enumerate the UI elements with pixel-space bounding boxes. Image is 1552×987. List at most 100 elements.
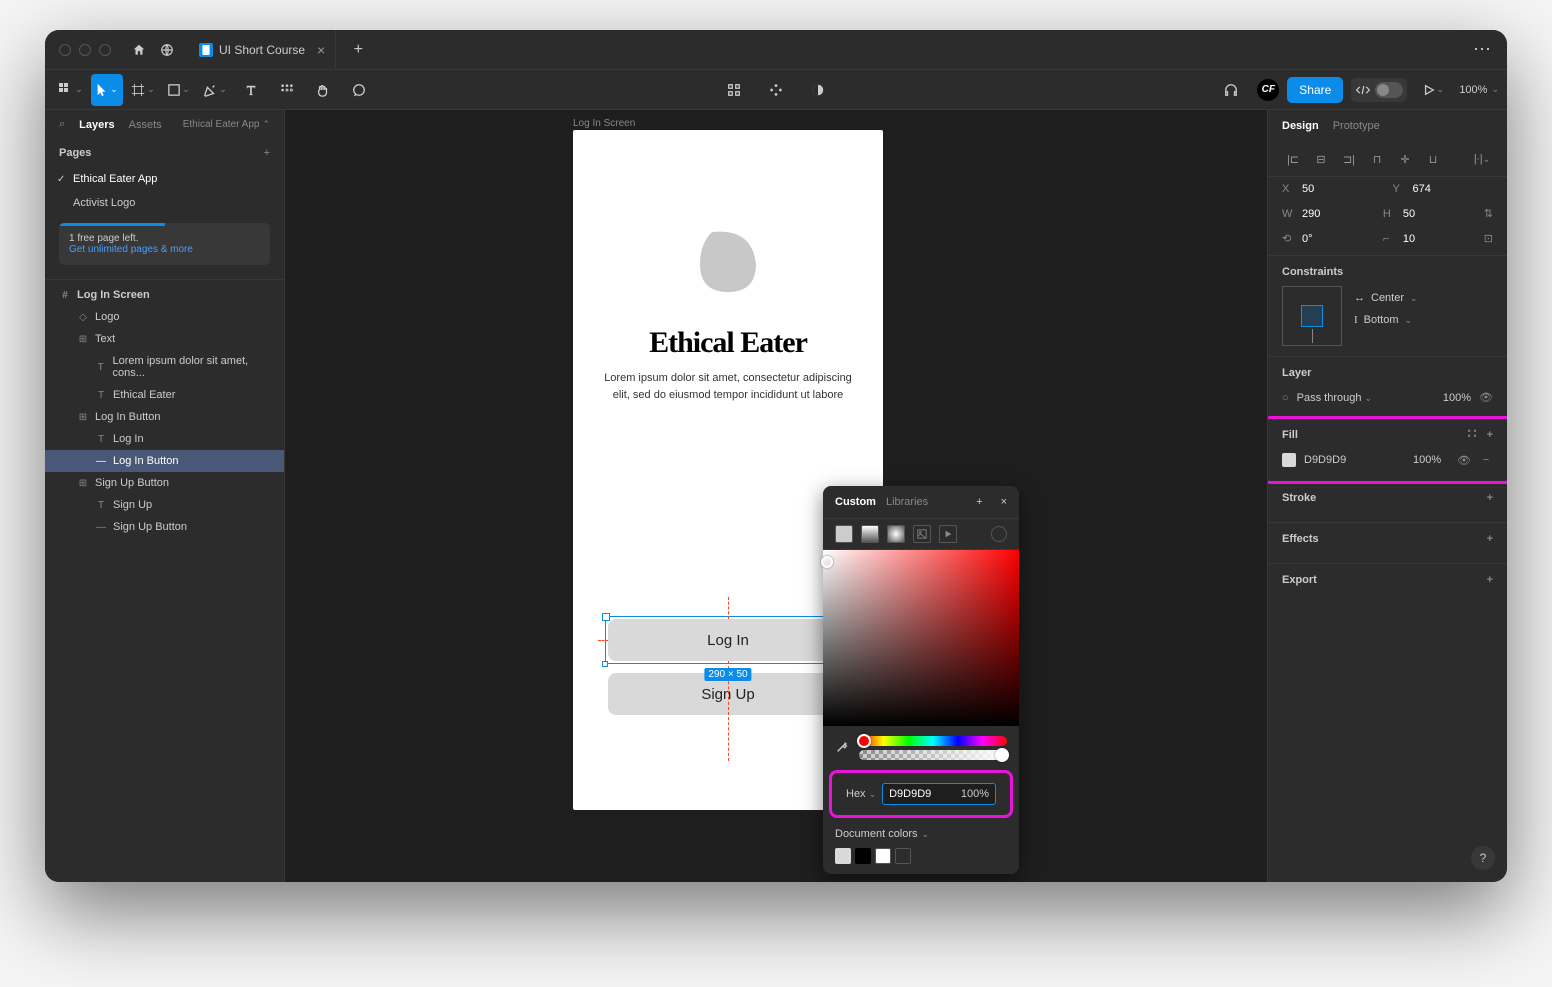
add-effect-icon[interactable]: +: [1487, 533, 1493, 545]
layer-item[interactable]: ◇Logo: [45, 306, 284, 328]
help-icon[interactable]: ?: [1471, 846, 1495, 870]
fill-opacity-input[interactable]: 100%: [1413, 454, 1449, 466]
color-swatch[interactable]: [835, 848, 851, 864]
design-tab[interactable]: Design: [1282, 120, 1319, 132]
individual-corners-icon[interactable]: ⊡: [1484, 232, 1493, 245]
constraint-h-dropdown[interactable]: ↔ Center ⌄: [1354, 292, 1418, 304]
add-export-icon[interactable]: +: [1487, 574, 1493, 586]
color-field[interactable]: [823, 550, 1019, 726]
h-input[interactable]: 50: [1403, 208, 1415, 220]
layer-frame[interactable]: #Log In Screen: [45, 284, 284, 306]
resources-icon[interactable]: [271, 74, 303, 106]
new-tab-icon[interactable]: +: [344, 36, 372, 64]
blend-mode-icon[interactable]: ○: [1282, 392, 1289, 404]
text-tool[interactable]: [235, 74, 267, 106]
page-item[interactable]: Ethical Eater App: [45, 167, 284, 191]
zoom-level[interactable]: 100%⌄: [1459, 84, 1499, 96]
w-input[interactable]: 290: [1302, 208, 1320, 220]
component-icon[interactable]: [760, 74, 792, 106]
style-icon[interactable]: ∷: [1468, 429, 1477, 441]
align-top-icon[interactable]: ⊓: [1366, 148, 1388, 170]
colorpicker-libraries-tab[interactable]: Libraries: [886, 496, 928, 508]
community-icon[interactable]: [153, 36, 181, 64]
add-stroke-icon[interactable]: +: [1487, 492, 1493, 504]
layer-item[interactable]: ⊞Log In Button: [45, 406, 284, 428]
shape-tool[interactable]: ⌄: [163, 74, 195, 106]
edit-object-icon[interactable]: [718, 74, 750, 106]
color-swatch[interactable]: [855, 848, 871, 864]
linear-gradient-icon[interactable]: [861, 525, 879, 543]
constraint-v-dropdown[interactable]: I Bottom ⌄: [1354, 314, 1418, 326]
x-input[interactable]: 50: [1302, 183, 1314, 195]
layers-tab[interactable]: Layers: [79, 119, 114, 131]
eyedropper-icon[interactable]: [835, 740, 851, 756]
pen-tool[interactable]: ⌄: [199, 74, 231, 106]
present-icon[interactable]: ⌄: [1417, 74, 1449, 106]
move-tool[interactable]: ⌄: [91, 74, 123, 106]
login-button[interactable]: Log In 290 × 50: [608, 619, 848, 661]
fill-color-swatch[interactable]: [1282, 453, 1296, 467]
add-page-icon[interactable]: +: [264, 147, 270, 159]
main-menu-icon[interactable]: ⌄: [55, 74, 87, 106]
hex-format-dropdown[interactable]: Hex⌄: [846, 788, 876, 800]
video-fill-icon[interactable]: [939, 525, 957, 543]
align-bottom-icon[interactable]: ⊔: [1422, 148, 1444, 170]
devmode-toggle[interactable]: [1351, 78, 1407, 102]
radius-input[interactable]: 10: [1403, 233, 1415, 245]
share-button[interactable]: Share: [1287, 77, 1343, 103]
close-icon[interactable]: ×: [1001, 496, 1007, 508]
assets-tab[interactable]: Assets: [129, 119, 162, 131]
image-fill-icon[interactable]: [913, 525, 931, 543]
headphones-icon[interactable]: [1215, 74, 1247, 106]
layer-opacity-input[interactable]: 100%: [1443, 392, 1471, 404]
canvas[interactable]: Log In Screen Ethical Eater Lorem ipsum …: [285, 110, 1267, 882]
fill-visibility-icon[interactable]: 👁: [1457, 454, 1471, 467]
hex-input[interactable]: D9D9D9 100%: [882, 783, 996, 805]
color-cursor[interactable]: [821, 556, 833, 568]
layer-item[interactable]: ⊞Text: [45, 328, 284, 350]
file-tab[interactable]: UI Short Course ×: [189, 30, 336, 70]
distribute-icon[interactable]: |∙|⌄: [1471, 148, 1493, 170]
avatar[interactable]: CF: [1257, 79, 1279, 101]
layer-item[interactable]: TLog In: [45, 428, 284, 450]
frame-label[interactable]: Log In Screen: [573, 118, 635, 129]
search-icon[interactable]: ⌕: [59, 118, 65, 131]
align-left-icon[interactable]: |⊏: [1282, 148, 1304, 170]
blend-mode-dropdown[interactable]: Pass through ⌄: [1297, 392, 1435, 404]
fill-hex-input[interactable]: D9D9D9: [1304, 454, 1405, 466]
layer-item[interactable]: TEthical Eater: [45, 384, 284, 406]
frame-tool[interactable]: ⌄: [127, 74, 159, 106]
prototype-tab[interactable]: Prototype: [1333, 120, 1380, 132]
upgrade-promo[interactable]: 1 free page left. Get unlimited pages & …: [59, 223, 270, 265]
hand-tool[interactable]: [307, 74, 339, 106]
align-center-v-icon[interactable]: ✛: [1394, 148, 1416, 170]
layer-item[interactable]: TLorem ipsum dolor sit amet, cons...: [45, 350, 284, 384]
close-tab-icon[interactable]: ×: [317, 42, 325, 58]
align-center-h-icon[interactable]: ⊟: [1310, 148, 1332, 170]
mask-icon[interactable]: [802, 74, 834, 106]
comment-tool[interactable]: [343, 74, 375, 106]
rotation-input[interactable]: 0°: [1302, 233, 1313, 245]
window-controls[interactable]: [59, 44, 111, 56]
home-icon[interactable]: [125, 36, 153, 64]
alpha-slider[interactable]: [859, 750, 1007, 760]
blend-mode-icon[interactable]: [991, 526, 1007, 542]
layer-item[interactable]: —Sign Up Button: [45, 516, 284, 538]
add-fill-icon[interactable]: +: [1487, 429, 1493, 441]
document-colors-dropdown[interactable]: Document colors⌄: [835, 828, 1007, 840]
color-swatch[interactable]: [875, 848, 891, 864]
colorpicker-custom-tab[interactable]: Custom: [835, 496, 876, 508]
solid-fill-icon[interactable]: [835, 525, 853, 543]
constrain-proportions-icon[interactable]: ⇅: [1484, 207, 1493, 220]
visibility-icon[interactable]: 👁: [1479, 391, 1493, 404]
constraint-widget[interactable]: [1282, 286, 1342, 346]
radial-gradient-icon[interactable]: [887, 525, 905, 543]
color-swatch[interactable]: [895, 848, 911, 864]
page-item[interactable]: Activist Logo: [45, 191, 284, 215]
more-menu-icon[interactable]: ⋯: [1473, 39, 1493, 60]
hue-slider[interactable]: [859, 736, 1007, 746]
remove-fill-icon[interactable]: −: [1479, 454, 1493, 466]
layer-item[interactable]: ⊞Sign Up Button: [45, 472, 284, 494]
align-right-icon[interactable]: ⊐|: [1338, 148, 1360, 170]
add-style-icon[interactable]: +: [976, 496, 982, 508]
